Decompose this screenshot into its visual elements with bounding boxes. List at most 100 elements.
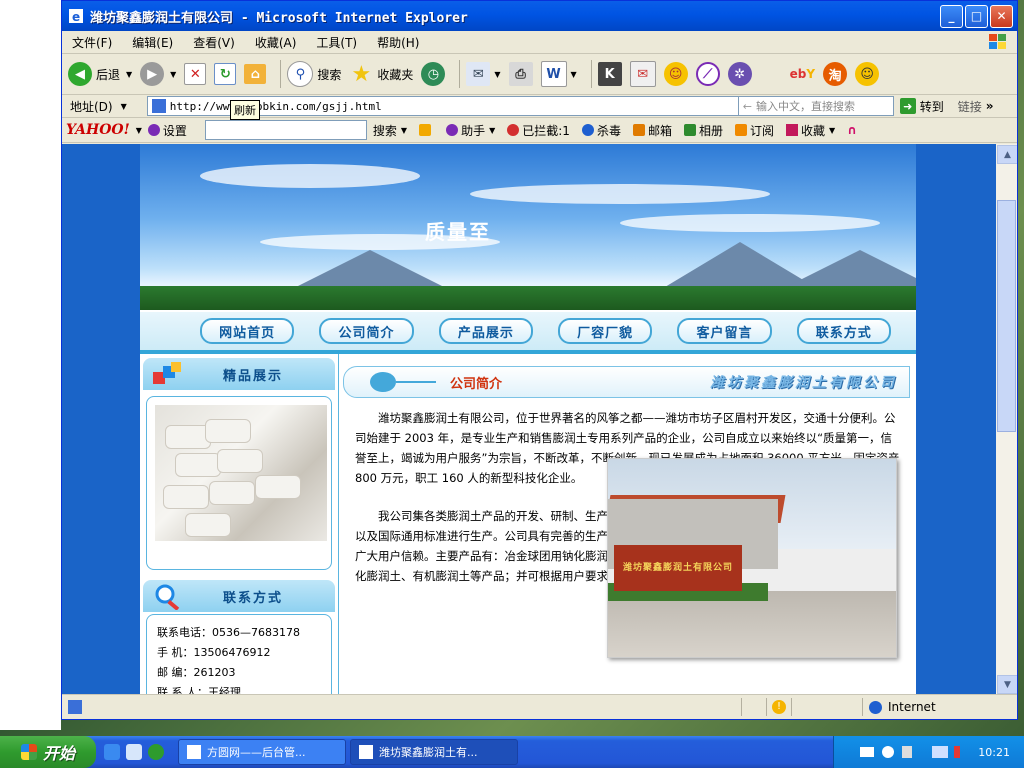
settings-button[interactable]: 设置 <box>147 122 187 139</box>
scroll-up-button[interactable]: ▲ <box>997 145 1017 164</box>
go-arrow-icon[interactable]: ➜ <box>899 98 916 114</box>
yahoo-search-button[interactable]: 搜索 ▼ <box>373 122 407 139</box>
desktop-quicklaunch-icon[interactable] <box>126 744 142 760</box>
forward-button[interactable]: ▶ ▼ <box>140 62 176 86</box>
k-button[interactable]: K <box>597 62 622 86</box>
window-title: 潍坊聚鑫膨润土有限公司 - Microsoft Internet Explore… <box>90 10 468 26</box>
scroll-thumb[interactable] <box>997 200 1016 432</box>
refresh-button[interactable]: ↻ <box>214 63 237 85</box>
mail-box-button[interactable]: 邮箱 <box>632 122 672 139</box>
ie-quicklaunch-icon[interactable] <box>104 744 120 760</box>
yahoo-search-input[interactable] <box>204 120 367 140</box>
clock[interactable]: 10:21 <box>978 746 1010 759</box>
app-tray-icon[interactable] <box>954 746 961 758</box>
word-dropdown-icon[interactable]: ▼ <box>571 70 577 79</box>
forward-dropdown-icon[interactable]: ▼ <box>170 70 176 79</box>
scroll-down-button[interactable]: ▼ <box>997 675 1017 694</box>
menu-file[interactable]: 文件(F) <box>62 34 122 51</box>
title-bar[interactable]: e 潍坊聚鑫膨润土有限公司 - Microsoft Internet Explo… <box>62 1 1017 31</box>
chinese-search-input[interactable]: ← 输入中文，直接搜索 <box>738 96 894 116</box>
favorites-button[interactable]: ★ 收藏夹 <box>349 61 414 87</box>
nav-contact[interactable]: 联系方式 <box>796 318 891 344</box>
cubes-icon <box>153 362 181 384</box>
back-dropdown-icon[interactable]: ▼ <box>126 70 132 79</box>
volume-icon[interactable] <box>902 746 913 758</box>
compass-button[interactable]: ⟋ <box>695 62 720 86</box>
windows-logo-icon <box>989 34 1006 49</box>
ie-page-icon <box>359 745 373 759</box>
qq-button[interactable]: ☺ <box>663 62 688 86</box>
vertical-scrollbar[interactable]: ▲ ▼ <box>996 144 1017 695</box>
cloud <box>470 184 770 204</box>
refresh-tooltip: 刷新 <box>230 100 260 120</box>
album-button[interactable]: 相册 <box>683 122 723 139</box>
home-button[interactable]: ⌂ <box>244 64 267 84</box>
start-button[interactable]: 开始 <box>0 736 96 768</box>
menu-view[interactable]: 查看(V) <box>183 34 245 51</box>
links-button[interactable]: 链接 <box>958 98 982 115</box>
minimize-button[interactable]: _ <box>940 4 963 28</box>
notes-button[interactable] <box>419 124 434 136</box>
network-icon[interactable] <box>932 746 949 758</box>
subscribe-button[interactable]: 订阅 <box>734 122 774 139</box>
keyboard-icon[interactable] <box>860 747 875 757</box>
menu-tools[interactable]: 工具(T) <box>306 34 367 51</box>
back-button[interactable]: ◀ 后退 ▼ <box>68 62 132 86</box>
antivirus-label: 杀毒 <box>596 123 621 138</box>
nav-home[interactable]: 网站首页 <box>200 318 295 344</box>
menu-favorites[interactable]: 收藏(A) <box>245 34 307 51</box>
links-chevron-icon[interactable]: » <box>986 99 994 113</box>
stop-button[interactable]: ✕ <box>184 63 207 85</box>
address-bar: 地址(D) ▼ http://www.jxpbkin.com/gsjj.html… <box>62 95 1017 118</box>
help-icon[interactable] <box>882 746 895 758</box>
address-menu-icon[interactable]: ▼ <box>121 102 127 111</box>
go-button[interactable]: 转到 <box>920 98 944 115</box>
favorite-button[interactable]: 收藏 ▼ <box>786 122 835 139</box>
system-tray: 10:21 <box>833 736 1024 768</box>
menu-edit[interactable]: 编辑(E) <box>122 34 183 51</box>
gear-button[interactable]: ✲ <box>727 62 752 86</box>
ie-window: e 潍坊聚鑫膨润土有限公司 - Microsoft Internet Explo… <box>61 0 1018 720</box>
maximize-button[interactable]: □ <box>965 4 988 28</box>
headphone-button[interactable]: ∩ <box>847 123 857 137</box>
helper-button[interactable]: 助手 ▼ <box>446 122 495 139</box>
search-button[interactable]: ⚲ 搜索 <box>287 61 341 87</box>
forward-arrow-icon: ▶ <box>140 62 165 86</box>
status-cell: ! <box>766 698 791 716</box>
favorites-label: 收藏夹 <box>377 67 414 82</box>
yahoo-search-label: 搜索 <box>372 123 397 138</box>
yahoo-menu-icon[interactable]: ▼ <box>136 126 142 135</box>
ie-icon: e <box>69 9 83 24</box>
ebay-button[interactable]: ebY <box>790 67 815 81</box>
print-button[interactable]: ⎙ <box>508 62 533 86</box>
antivirus-button[interactable]: 杀毒 <box>581 122 621 139</box>
menu-help[interactable]: 帮助(H) <box>367 34 429 51</box>
taskbar-item-company[interactable]: 潍坊聚鑫膨润土有... <box>350 739 518 765</box>
nav-products[interactable]: 产品展示 <box>438 318 533 344</box>
page-body: 精品展示 联系方式 联系电话：0536—7683178 手 机：13506476… <box>140 354 916 695</box>
close-button[interactable]: ✕ <box>990 4 1013 28</box>
taskbar-item-admin[interactable]: 方圆网——后台管... <box>178 739 346 765</box>
ebay-icon: ebY <box>789 67 816 81</box>
mail-dropdown-icon[interactable]: ▼ <box>494 70 500 79</box>
nav-about[interactable]: 公司简介 <box>319 318 414 344</box>
messenger-button[interactable]: ✉ <box>629 61 656 87</box>
factory-photo[interactable]: 潍坊聚鑫膨润土有限公司 <box>607 458 897 658</box>
star-icon: ★ <box>351 61 372 87</box>
word-button[interactable]: W ▼ <box>540 61 577 87</box>
bag <box>217 449 263 473</box>
toolbar-separator <box>280 60 282 88</box>
warning-icon[interactable]: ! <box>772 700 786 714</box>
web-content: 质量至 网站首页 公司简介 产品展示 厂容厂貌 客户留言 联系方式 精品展示 联… <box>62 144 996 695</box>
product-image[interactable] <box>155 405 327 541</box>
nav-guestbook[interactable]: 客户留言 <box>677 318 772 344</box>
history-button[interactable]: ◷ <box>421 62 446 86</box>
emoticon-button[interactable]: ☺ <box>855 62 880 86</box>
taobao-button[interactable]: 淘 <box>823 62 848 86</box>
media-quicklaunch-icon[interactable] <box>148 744 164 760</box>
popup-blocker-button[interactable]: 已拦截:1 <box>507 122 570 139</box>
mail-button[interactable]: ✉ ▼ <box>466 62 501 86</box>
yahoo-logo[interactable]: YAHOO! <box>66 122 130 138</box>
nav-factory[interactable]: 厂容厂貌 <box>557 318 653 344</box>
quick-launch <box>104 744 170 760</box>
